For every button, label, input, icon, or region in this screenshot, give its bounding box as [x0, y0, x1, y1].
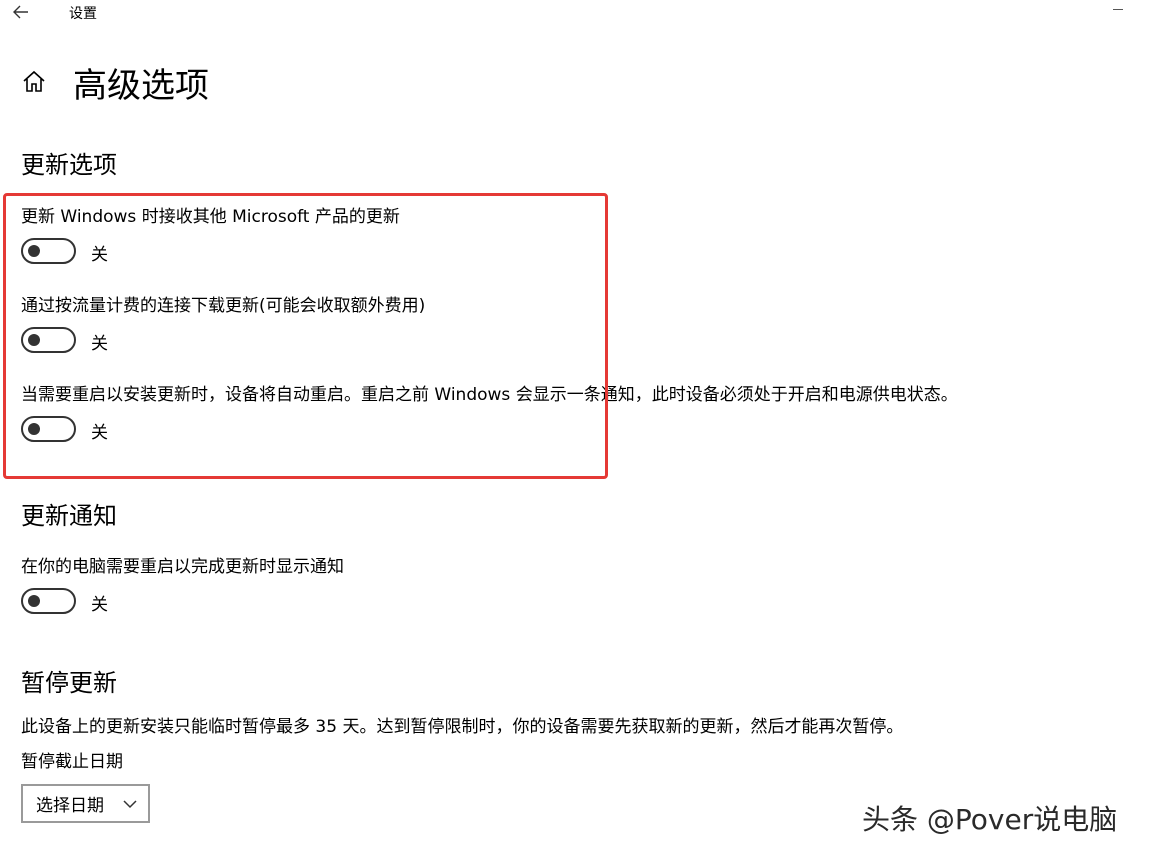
toggle-restart-notification[interactable] [21, 588, 76, 614]
home-icon[interactable] [21, 69, 47, 95]
toggle-state-label: 关 [91, 245, 108, 265]
title-bar: 设置 [0, 0, 1159, 30]
option-label-restart-notification: 在你的电脑需要重启以完成更新时显示通知 [21, 557, 344, 577]
option-label-metered-connection: 通过按流量计费的连接下载更新(可能会收取额外费用) [21, 296, 426, 316]
option-label-auto-restart: 当需要重启以安装更新时，设备将自动重启。重启之前 Windows 会显示一条通知… [21, 385, 958, 405]
toggle-state-label: 关 [91, 334, 108, 354]
toggle-other-microsoft-products[interactable] [21, 238, 76, 264]
back-arrow-icon [13, 5, 28, 19]
pause-date-select-value: 选择日期 [36, 796, 104, 816]
toggle-metered-connection[interactable] [21, 327, 76, 353]
toggle-knob [28, 245, 40, 257]
pause-description: 此设备上的更新安装只能临时暂停最多 35 天。达到暂停限制时，你的设备需要先获取… [21, 717, 904, 737]
toggle-auto-restart[interactable] [21, 416, 76, 442]
toggle-knob [28, 334, 40, 346]
back-button[interactable] [8, 0, 34, 24]
section-title-update-notifications: 更新通知 [21, 502, 117, 530]
pause-date-select[interactable]: 选择日期 [21, 784, 150, 823]
section-title-pause-updates: 暂停更新 [21, 669, 117, 697]
watermark: 头条 @Pover说电脑 [862, 803, 1118, 836]
page-title: 高级选项 [73, 66, 209, 106]
pause-date-label: 暂停截止日期 [21, 752, 123, 772]
app-title: 设置 [69, 6, 97, 22]
minimize-button[interactable] [1109, 0, 1139, 20]
toggle-state-label: 关 [91, 423, 108, 443]
toggle-knob [28, 595, 40, 607]
toggle-state-label: 关 [91, 595, 108, 615]
option-label-other-microsoft-products: 更新 Windows 时接收其他 Microsoft 产品的更新 [21, 207, 400, 227]
toggle-knob [28, 423, 40, 435]
chevron-down-icon [123, 800, 137, 809]
section-title-update-options: 更新选项 [21, 151, 117, 179]
